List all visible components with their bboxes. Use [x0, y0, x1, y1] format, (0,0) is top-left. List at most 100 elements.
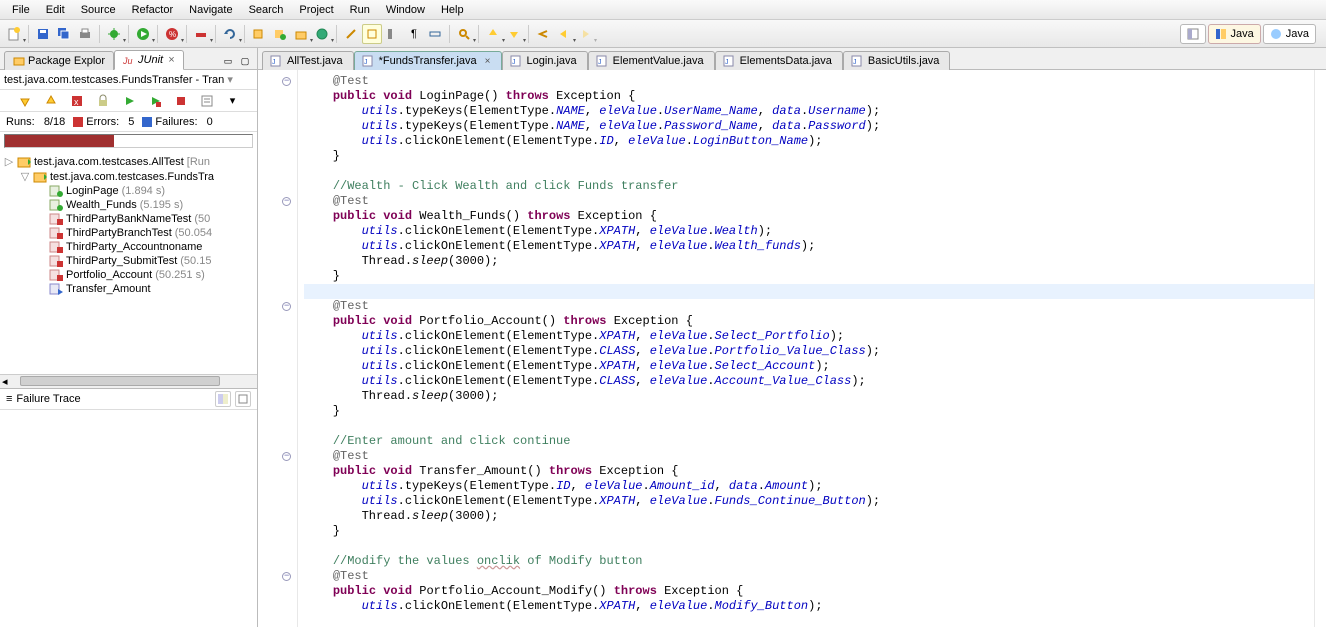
editor-tab[interactable]: JElementsData.java — [715, 51, 843, 70]
perspective-switcher: Java Java — [1180, 24, 1323, 44]
fold-icon[interactable] — [282, 77, 291, 86]
menu-edit[interactable]: Edit — [38, 2, 73, 18]
next-fail-button[interactable] — [17, 93, 33, 109]
tree-item[interactable]: ThirdParty_Accountnoname — [0, 240, 257, 254]
highlight-button[interactable] — [362, 24, 382, 44]
fold-icon[interactable] — [282, 197, 291, 206]
ruler-button[interactable] — [425, 24, 445, 44]
forward-button[interactable] — [575, 24, 595, 44]
run-button[interactable] — [133, 24, 153, 44]
menu-search[interactable]: Search — [241, 2, 292, 18]
new-class-button[interactable] — [312, 24, 332, 44]
stack-icon: ≡ — [6, 393, 12, 405]
new-package-button[interactable] — [291, 24, 311, 44]
search-button[interactable] — [454, 24, 474, 44]
junit-counters: Runs: 8/18 Errors: 5 Failures: 0 — [0, 112, 257, 132]
editor-gutter[interactable] — [258, 70, 298, 627]
junit-progress — [4, 134, 253, 148]
rerun-fail-button[interactable] — [147, 93, 163, 109]
last-edit-button[interactable] — [533, 24, 553, 44]
editor-tab[interactable]: J*FundsTransfer.java — [354, 51, 502, 70]
tree-item[interactable]: ThirdPartyBankNameTest (50 — [0, 212, 257, 226]
junit-tab[interactable]: JuJUnit× — [114, 50, 184, 70]
tree-item[interactable]: ▽test.java.com.testcases.FundsTra — [0, 169, 257, 184]
save-button[interactable] — [33, 24, 53, 44]
fold-icon[interactable] — [282, 302, 291, 311]
open-type-button[interactable] — [249, 24, 269, 44]
whitespace-button[interactable]: ¶ — [404, 24, 424, 44]
junit-toolbar: x ▾ — [0, 90, 257, 112]
ext-tools-button[interactable] — [191, 24, 211, 44]
menu-file[interactable]: File — [4, 2, 38, 18]
javaee-perspective-button[interactable]: Java — [1263, 24, 1316, 44]
refresh-button[interactable] — [220, 24, 240, 44]
compare-button[interactable] — [215, 391, 231, 407]
java-file-icon: J — [269, 55, 283, 67]
svg-text:%: % — [169, 30, 176, 39]
editor-tab[interactable]: JElementValue.java — [588, 51, 715, 70]
open-perspective-button[interactable] — [1180, 24, 1206, 44]
svg-text:J: J — [364, 59, 368, 66]
menu-run[interactable]: Run — [342, 2, 378, 18]
java-file-icon: J — [722, 55, 736, 67]
wand-button[interactable] — [341, 24, 361, 44]
java-file-icon: J — [595, 55, 609, 67]
menu-refactor[interactable]: Refactor — [124, 2, 182, 18]
maximize-view-button[interactable]: ▢ — [237, 53, 253, 69]
svg-text:J: J — [725, 59, 729, 66]
java-perspective-button[interactable]: Java — [1208, 24, 1261, 44]
filter-stack-button[interactable] — [235, 391, 251, 407]
menu-source[interactable]: Source — [73, 2, 124, 18]
tree-item[interactable]: LoginPage (1.894 s) — [0, 184, 257, 198]
java-file-icon: J — [850, 55, 864, 67]
menu-window[interactable]: Window — [378, 2, 433, 18]
print-button[interactable] — [75, 24, 95, 44]
tree-item[interactable]: Portfolio_Account (50.251 s) — [0, 268, 257, 282]
svg-text:Ju: Ju — [123, 56, 133, 66]
history-button[interactable] — [199, 93, 215, 109]
fold-icon[interactable] — [282, 572, 291, 581]
block-select-button[interactable] — [383, 24, 403, 44]
save-all-button[interactable] — [54, 24, 74, 44]
tree-item[interactable]: ThirdPartyBranchTest (50.054 — [0, 226, 257, 240]
prev-fail-button[interactable] — [43, 93, 59, 109]
open-task-button[interactable] — [270, 24, 290, 44]
view-menu-button[interactable]: ▾ — [225, 93, 241, 109]
editor-tabs: JAllTest.javaJ*FundsTransfer.javaJLogin.… — [258, 48, 1326, 70]
debug-button[interactable] — [104, 24, 124, 44]
svg-text:J: J — [512, 59, 516, 66]
tree-hscroll[interactable]: ◂ — [0, 374, 257, 388]
svg-text:J: J — [853, 59, 857, 66]
overview-ruler[interactable] — [1314, 70, 1326, 627]
coverage-button[interactable]: % — [162, 24, 182, 44]
menu-help[interactable]: Help — [433, 2, 472, 18]
package-explorer-tab[interactable]: Package Explor — [4, 51, 114, 70]
left-panel: Package Explor JuJUnit× ▭ ▢ test.java.co… — [0, 48, 258, 627]
menu-navigate[interactable]: Navigate — [181, 2, 240, 18]
menu-project[interactable]: Project — [291, 2, 341, 18]
java-file-icon: J — [509, 55, 523, 67]
failure-icon — [142, 117, 152, 127]
back-button[interactable] — [554, 24, 574, 44]
annotation-next-button[interactable] — [504, 24, 524, 44]
tree-item[interactable]: Transfer_Amount — [0, 282, 257, 296]
annotation-prev-button[interactable] — [483, 24, 503, 44]
menubar: File Edit Source Refactor Navigate Searc… — [0, 0, 1326, 20]
tree-item[interactable]: Wealth_Funds (5.195 s) — [0, 198, 257, 212]
minimize-view-button[interactable]: ▭ — [220, 53, 236, 69]
rerun-button[interactable] — [121, 93, 137, 109]
code-editor[interactable]: @Test public void LoginPage() throws Exc… — [298, 70, 1314, 627]
tree-item[interactable]: ▷test.java.com.testcases.AllTest [Run — [0, 154, 257, 169]
java-file-icon: J — [361, 55, 375, 67]
junit-tree[interactable]: ▷test.java.com.testcases.AllTest [Run▽te… — [0, 152, 257, 374]
fold-icon[interactable] — [282, 452, 291, 461]
editor-tab[interactable]: JBasicUtils.java — [843, 51, 951, 70]
editor-area: JAllTest.javaJ*FundsTransfer.javaJLogin.… — [258, 48, 1326, 627]
lock-scroll-button[interactable] — [95, 93, 111, 109]
new-button[interactable] — [4, 24, 24, 44]
stop-button[interactable] — [173, 93, 189, 109]
editor-tab[interactable]: JLogin.java — [502, 51, 588, 70]
editor-tab[interactable]: JAllTest.java — [262, 51, 354, 70]
tree-item[interactable]: ThirdParty_SubmitTest (50.15 — [0, 254, 257, 268]
show-fail-button[interactable]: x — [69, 93, 85, 109]
